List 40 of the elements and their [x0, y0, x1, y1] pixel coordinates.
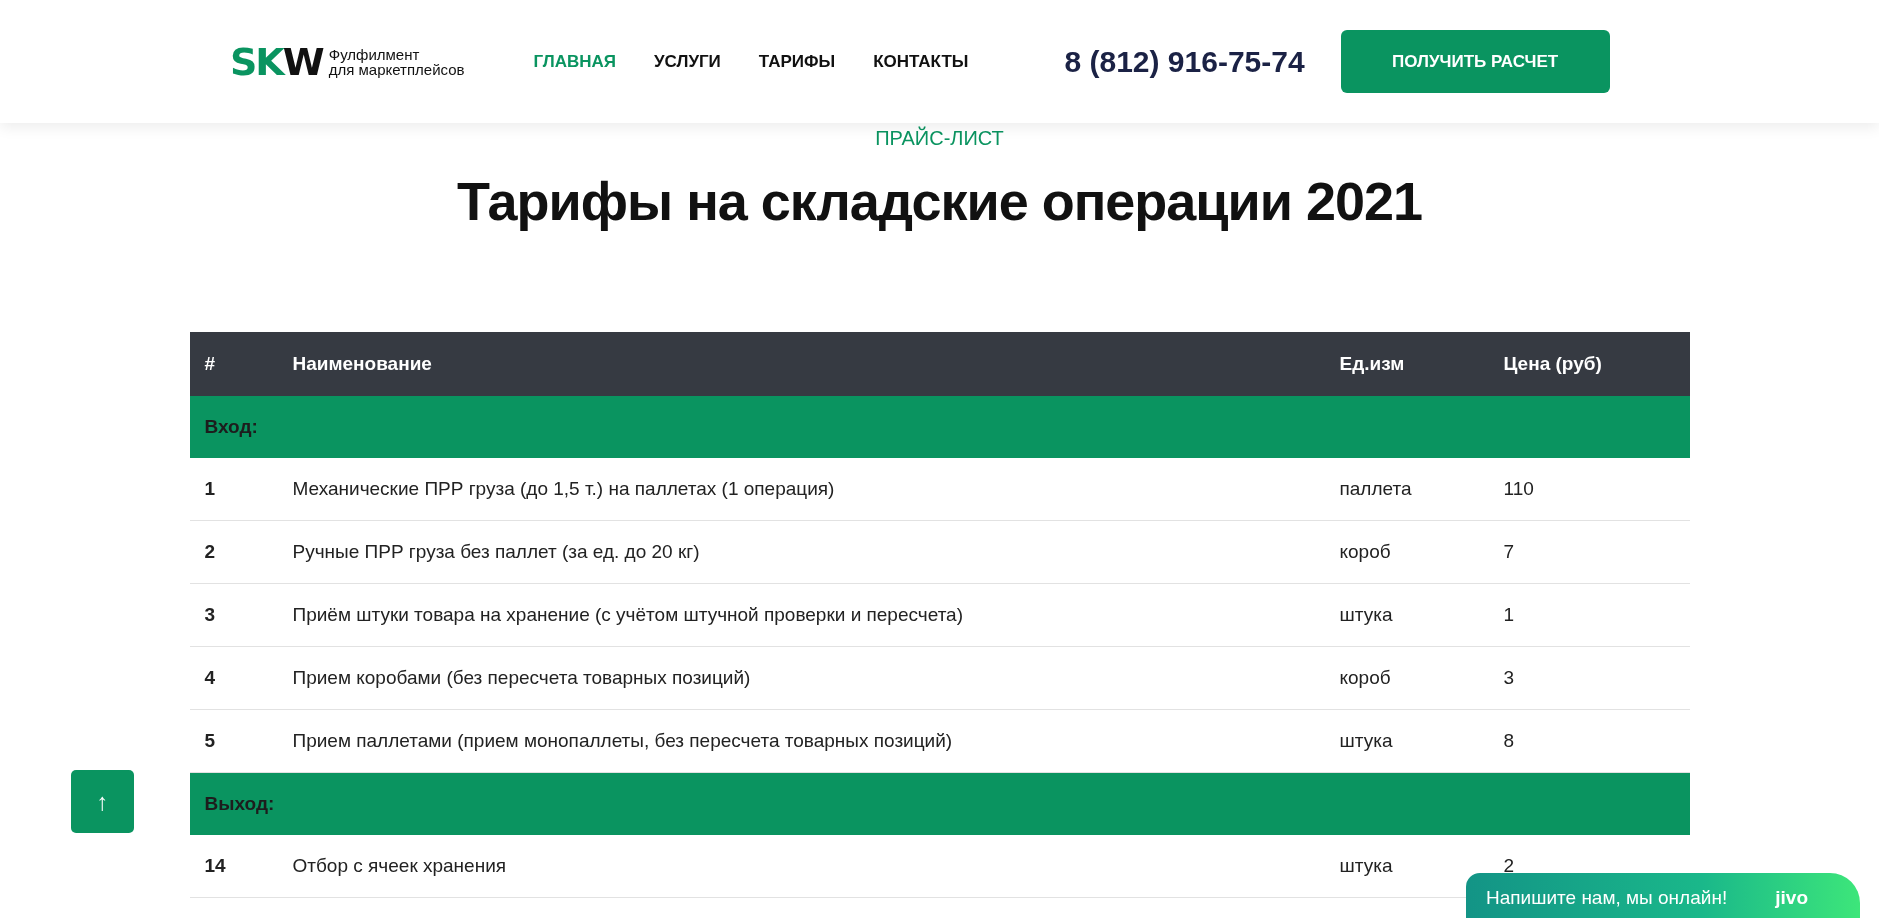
table-cell: штука [1324, 583, 1489, 647]
table-cell: штука [1324, 709, 1489, 773]
table-cell: короб [1324, 520, 1489, 584]
page-title: Тарифы на складские операции 2021 [456, 170, 1423, 232]
section-row: Выход: [189, 772, 1690, 835]
column-header: Цена (руб) [1488, 332, 1690, 396]
table-cell: 4 [189, 646, 278, 710]
table-cell: 14 [189, 835, 278, 898]
table-cell: Ручные ПРР груза без паллет (за ед. до 20 кг) [277, 520, 1325, 584]
get-quote-button[interactable]: ПОЛУЧИТЬ РАСЧЕТ [1340, 30, 1610, 93]
logo-tagline: Фулфилмент для маркетплейсов [328, 46, 465, 77]
column-header: Наименование [277, 332, 1325, 396]
table-cell: 2 [189, 520, 278, 584]
table-cell: 5 [189, 709, 278, 773]
nav-link[interactable]: УСЛУГИ [654, 51, 721, 72]
logo-mark: SKW [230, 42, 323, 81]
section-row: Вход: [189, 396, 1690, 458]
table-cell: Механические ПРР груза (до 1,5 т.) на паллетах (1 операция) [277, 458, 1325, 521]
table-cell: паллета [1324, 458, 1489, 521]
nav-link[interactable]: КОНТАКТЫ [873, 51, 969, 72]
nav-link[interactable]: ТАРИФЫ [758, 51, 836, 72]
column-header: Ед.изм [1324, 332, 1489, 396]
table-cell: Приём штуки товара на хранение (с учётом штучной проверки и пересчета) [277, 583, 1325, 647]
table-cell: Прием паллетами (прием монопаллеты, без пересчета товарных позиций) [277, 709, 1325, 773]
column-header: # [189, 332, 278, 396]
table-cell: 1 [189, 458, 278, 521]
table-cell: 1 [1488, 583, 1690, 647]
table-cell: 8 [1488, 709, 1690, 773]
table-cell: 3 [1488, 646, 1690, 710]
table-cell: 7 [1488, 520, 1690, 584]
table-cell: 110 [1488, 458, 1690, 521]
section-label: ПРАЙС-ЛИСТ [875, 127, 1004, 150]
table-cell: короб [1324, 646, 1489, 710]
table-cell: Отбор с ячеек хранения [277, 835, 1325, 898]
phone-number[interactable]: 8 (812) 916-75-74 [1064, 44, 1305, 79]
chat-brand: jivo [1775, 887, 1808, 909]
table-cell: 3 [189, 583, 278, 647]
nav-link[interactable]: ГЛАВНАЯ [533, 51, 617, 72]
scroll-to-top-button[interactable]: ↑ [71, 770, 134, 833]
table-cell: Прием коробами (без пересчета товарных позиций) [277, 646, 1325, 710]
